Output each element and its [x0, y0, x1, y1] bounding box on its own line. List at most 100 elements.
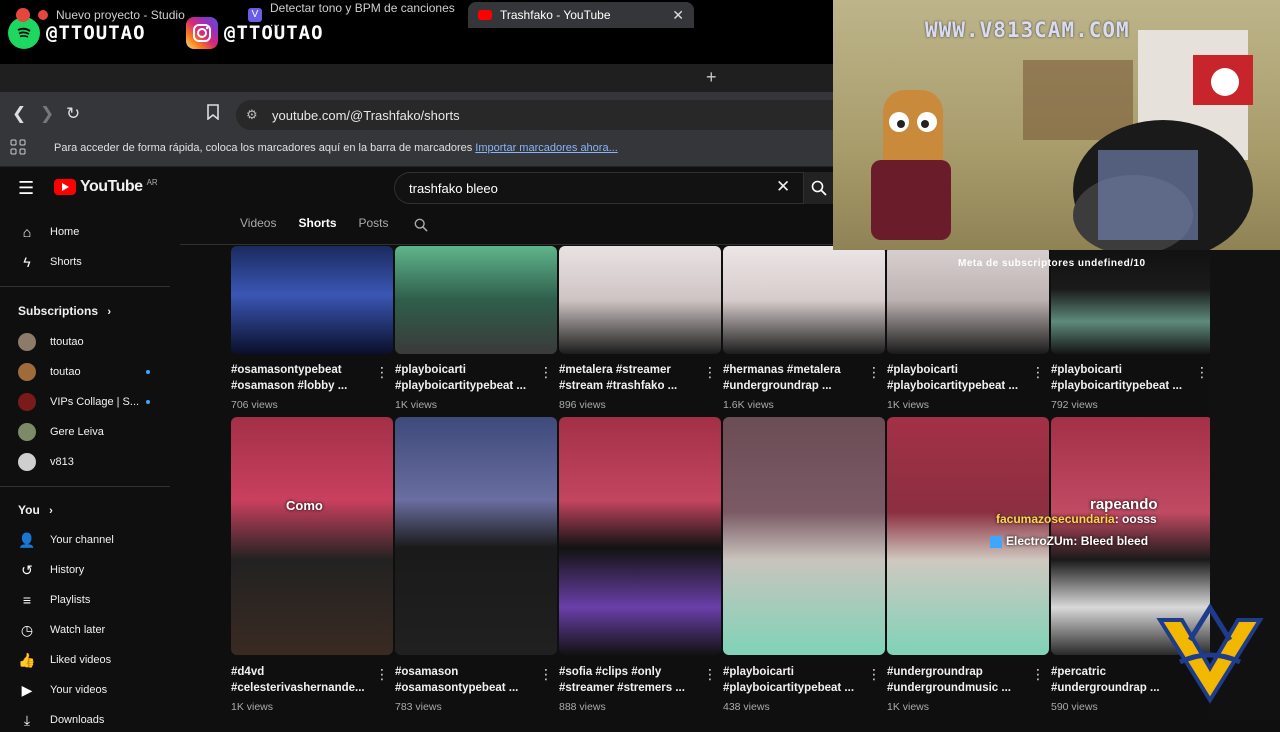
you-header[interactable]: You › [18, 503, 53, 517]
sidebar-divider [0, 486, 170, 487]
search-icon [811, 180, 827, 196]
sidebar-item-label: v813 [50, 456, 74, 468]
short-thumbnail[interactable] [395, 417, 557, 655]
sidebar-item-label: Gere Leiva [50, 426, 104, 438]
search-input[interactable] [407, 180, 771, 197]
short-thumbnail[interactable] [723, 417, 885, 655]
more-options-icon[interactable]: ⋮ [703, 666, 717, 683]
forward-icon[interactable]: ❯ [40, 104, 54, 124]
more-options-icon[interactable]: ⋮ [867, 666, 881, 683]
short-title[interactable]: #playboicarti #playboicartitypebeat ... [723, 664, 865, 696]
short-title[interactable]: #playboicarti #playboicartitypebeat ... [395, 362, 537, 394]
sidebar-item-label: Shorts [50, 256, 82, 268]
chevron-right-icon: › [49, 505, 53, 517]
browser-tab-youtube[interactable]: Trashfako - YouTube ✕ [468, 2, 694, 28]
sidebar-item-home[interactable]: ⌂ Home [18, 220, 80, 244]
short-thumbnail[interactable] [723, 246, 885, 354]
more-options-icon[interactable]: ⋮ [1031, 666, 1045, 683]
short-thumbnail[interactable] [231, 246, 393, 354]
more-options-icon[interactable]: ⋮ [375, 364, 389, 381]
sidebar-item-label: ttoutao [50, 336, 84, 348]
short-views: 888 views [559, 701, 606, 713]
bookmark-bar-message: Para acceder de forma rápida, coloca los… [54, 142, 618, 154]
shorts-icon: ϟ [23, 254, 31, 270]
channel-search-icon[interactable] [414, 218, 428, 235]
sidebar-item-subscription[interactable]: v813 [18, 450, 74, 474]
short-title[interactable]: #playboicarti #playboicartitypebeat ... [887, 362, 1029, 394]
browser-tab-studio[interactable]: Nuevo proyecto - Studio [6, 2, 238, 28]
site-settings-icon[interactable]: ⚙ [246, 107, 258, 123]
bookmark-icon[interactable] [206, 104, 220, 125]
chat-badge-icon [990, 535, 1002, 548]
short-thumbnail[interactable] [559, 246, 721, 354]
chat-text: : oosss [1114, 512, 1157, 526]
short-title[interactable]: #d4vd #celesterivashernande... [231, 664, 373, 696]
tab-label: Trashfako - YouTube [500, 8, 611, 22]
new-tab-icon[interactable]: + [706, 67, 717, 88]
overlay-caption: rapeando [1090, 496, 1158, 513]
sidebar-item-thumb-up[interactable]: 👍 Liked videos [18, 648, 111, 672]
clock-icon: ◷ [20, 621, 34, 638]
home-icon: ⌂ [22, 224, 32, 240]
short-views: 1K views [887, 701, 930, 713]
channel-logo-badge [1156, 603, 1264, 704]
sidebar-item-person[interactable]: 👤 Your channel [18, 528, 114, 552]
short-title[interactable]: #metalera #streamer #stream #trashfako .… [559, 362, 701, 394]
tab-label: Nuevo proyecto - Studio [56, 8, 185, 22]
chat-message: ElectroZUm: Bleed bleed [990, 534, 1148, 548]
short-thumbnail[interactable] [231, 417, 393, 655]
url-text: youtube.com/@Trashfako/shorts [272, 107, 460, 123]
sidebar-item-playlist[interactable]: ≡ Playlists [18, 588, 90, 612]
more-options-icon[interactable]: ⋮ [539, 364, 553, 381]
sidebar-item-subscription[interactable]: VIPs Collage | S... [18, 390, 139, 414]
apps-grid-icon[interactable] [10, 139, 26, 160]
short-title[interactable]: #osamasontypebeat #osamason #lobby ... [231, 362, 373, 394]
sidebar-item-label: toutao [50, 366, 81, 378]
import-bookmarks-link[interactable]: Importar marcadores ahora... [475, 142, 617, 154]
clear-search-icon[interactable]: ✕ [776, 177, 790, 197]
more-options-icon[interactable]: ⋮ [1195, 364, 1209, 381]
sidebar-item-subscription[interactable]: toutao [18, 360, 81, 384]
sidebar-item-clock[interactable]: ◷ Watch later [18, 618, 105, 642]
youtube-favicon-icon [478, 10, 492, 20]
more-options-icon[interactable]: ⋮ [1031, 364, 1045, 381]
tab-shorts[interactable]: Shorts [298, 216, 336, 230]
more-options-icon[interactable]: ⋮ [703, 364, 717, 381]
youtube-logo[interactable]: YouTube AR [54, 178, 158, 196]
browser-tab-bpm[interactable]: V Detectar tono y BPM de canciones ... [238, 1, 466, 29]
chevron-right-icon: › [107, 306, 112, 318]
subscriptions-header[interactable]: Subscriptions › [18, 304, 111, 318]
chat-user: ElectroZUm [1006, 534, 1074, 548]
avatar [18, 333, 36, 351]
chat-message: facumazosecundaria: oosss [996, 512, 1157, 526]
tab-label: Detectar tono y BPM de canciones ... [270, 1, 455, 29]
more-options-icon[interactable]: ⋮ [539, 666, 553, 683]
sidebar-item-video[interactable]: ▶ Your videos [18, 678, 107, 702]
tab-videos[interactable]: Videos [240, 216, 276, 230]
search-button[interactable] [804, 172, 833, 204]
sidebar-item-label: Watch later [50, 624, 106, 636]
short-title[interactable]: #playboicarti #playboicartitypebeat ... [1051, 362, 1193, 394]
menu-icon[interactable]: ☰ [18, 178, 34, 199]
more-options-icon[interactable]: ⋮ [375, 666, 389, 683]
sidebar-item-subscription[interactable]: ttoutao [18, 330, 84, 354]
sidebar-item-subscription[interactable]: Gere Leiva [18, 420, 104, 444]
short-title[interactable]: #osamason #osamasontypebeat ... [395, 664, 537, 696]
short-thumbnail[interactable] [559, 417, 721, 655]
tab-posts[interactable]: Posts [359, 216, 389, 230]
short-title[interactable]: #hermanas #metalera #undergroundrap ... [723, 362, 865, 394]
short-title[interactable]: #sofia #clips #only #streamer #stremers … [559, 664, 701, 696]
sidebar-item-history[interactable]: ↺ History [18, 558, 84, 582]
sidebar-item-shorts[interactable]: ϟ Shorts [18, 250, 82, 274]
short-views: 590 views [1051, 701, 1098, 713]
sidebar-item-download[interactable]: ⤓ Downloads [18, 708, 105, 732]
back-icon[interactable]: ❮ [12, 104, 26, 124]
close-tab-icon[interactable]: ✕ [672, 7, 684, 24]
short-thumbnail[interactable] [395, 246, 557, 354]
short-title[interactable]: #undergroundrap #undergroundmusic ... [887, 664, 1029, 696]
url-field[interactable]: ⚙ youtube.com/@Trashfako/shorts [236, 100, 833, 130]
playlist-icon: ≡ [22, 592, 32, 608]
short-views: 783 views [395, 701, 442, 713]
more-options-icon[interactable]: ⋮ [867, 364, 881, 381]
reload-icon[interactable]: ↻ [66, 104, 80, 124]
